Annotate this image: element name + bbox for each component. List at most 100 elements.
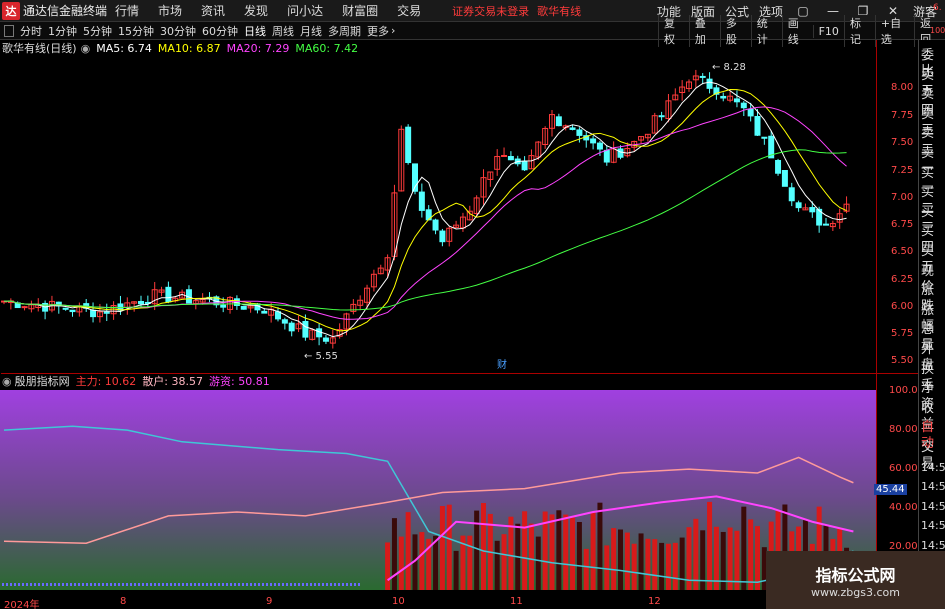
menu-item-0[interactable]: 行情 [115, 2, 139, 19]
base-dot [34, 583, 36, 586]
price-tick: 7.25 [891, 165, 914, 176]
price-tick: 6.00 [891, 301, 914, 312]
base-dot [198, 583, 200, 586]
quote-label: 14:56 [921, 499, 945, 513]
periods-more-chevron-icon[interactable]: › [391, 24, 395, 37]
candlestick-chart[interactable]: ← 8.28 ← 5.55 财 [0, 56, 876, 373]
menu-item-4[interactable]: 问小达 [287, 2, 323, 19]
main-force-bar [576, 521, 582, 590]
base-dot [190, 583, 192, 586]
ma-legend: MA5: 6.74 MA10: 6.87 MA20: 7.29 MA60: 7.42 [90, 42, 358, 55]
main-force-bar [597, 502, 603, 590]
settings-circle-icon[interactable]: ◉ [81, 42, 91, 55]
period-tab-0[interactable]: 分时 [20, 23, 42, 39]
tool-button-5[interactable]: F10 [812, 24, 844, 38]
main-force-bar [645, 538, 651, 590]
base-dot [254, 583, 256, 586]
main-force-bar [405, 512, 411, 590]
candle-body [576, 129, 583, 136]
base-dot [142, 583, 144, 586]
current-stock-name: 歌华有线 [537, 4, 582, 18]
base-dot [346, 583, 348, 586]
base-dot [358, 583, 360, 586]
candle-body [220, 304, 227, 308]
menu-item-6[interactable]: 交易 [397, 2, 421, 19]
base-dot [286, 583, 288, 586]
main-force-bar [494, 540, 500, 590]
candle-body [439, 230, 446, 243]
base-dot [230, 583, 232, 586]
indicator-tick: 80.00 [889, 424, 918, 435]
base-dot [102, 583, 104, 586]
watermark-url: www.zbgs3.com [811, 585, 900, 599]
period-tab-4[interactable]: 30分钟 [160, 23, 196, 39]
base-dot [146, 583, 148, 586]
base-dot [94, 583, 96, 586]
menu-item-2[interactable]: 资讯 [201, 2, 225, 19]
tool-button-1[interactable]: 叠加 [688, 15, 720, 47]
base-dot [314, 583, 316, 586]
minimize-icon[interactable]: — [823, 4, 843, 18]
tool-button-6[interactable]: 标记 [843, 15, 875, 47]
base-dot [210, 583, 212, 586]
settings-circle-icon[interactable]: ◉ [2, 375, 12, 388]
period-tab-3[interactable]: 15分钟 [118, 23, 154, 39]
base-dot [150, 583, 152, 586]
main-force-bar [508, 516, 514, 590]
base-dot [66, 583, 68, 586]
period-tab-10[interactable]: 更多 [367, 23, 389, 39]
main-force-bar [611, 528, 617, 590]
main-force-bar [665, 543, 671, 590]
base-dot [278, 583, 280, 586]
main-force-bar [652, 539, 658, 590]
tool-button-3[interactable]: 统计 [750, 15, 782, 47]
candle-body [165, 286, 172, 303]
tool-button-4[interactable]: 画线 [781, 15, 813, 47]
base-dot [30, 583, 32, 586]
base-dot [126, 583, 128, 586]
candle-body [90, 309, 97, 318]
base-dot [302, 583, 304, 586]
app-title: 通达信金融终端 [23, 4, 108, 18]
period-tab-8[interactable]: 月线 [300, 23, 322, 39]
base-dot [342, 583, 344, 586]
main-force-bar [439, 506, 445, 590]
tool-button-2[interactable]: 多股 [719, 15, 751, 47]
base-dot [46, 583, 48, 586]
menu-item-1[interactable]: 市场 [158, 2, 182, 19]
base-dot [174, 583, 176, 586]
main-force-bar [398, 536, 404, 590]
base-dot [186, 583, 188, 586]
finance-marker[interactable]: 财 [497, 358, 507, 371]
base-dot [218, 583, 220, 586]
base-dot [78, 583, 80, 586]
period-tab-1[interactable]: 1分钟 [48, 23, 77, 39]
panel-toggle-icon[interactable] [4, 24, 14, 37]
candle-body [288, 322, 295, 332]
candle-body [521, 160, 528, 171]
main-force-bar [672, 542, 678, 590]
corner-volume: 1000 [930, 26, 945, 35]
low-price-label: ← 5.55 [304, 351, 338, 362]
indicator-chart[interactable] [0, 390, 876, 595]
menu-item-5[interactable]: 财富圈 [342, 2, 378, 19]
tool-button-0[interactable]: 复权 [658, 15, 689, 47]
period-tab-2[interactable]: 5分钟 [83, 23, 112, 39]
menu-item-3[interactable]: 发现 [244, 2, 268, 19]
period-tab-5[interactable]: 60分钟 [202, 23, 238, 39]
date-label: 10 [392, 596, 405, 607]
candle-body [569, 127, 576, 130]
price-tick: 7.50 [891, 137, 914, 148]
period-tab-9[interactable]: 多周期 [328, 23, 361, 39]
panel-divider [1, 373, 919, 374]
base-dot [330, 583, 332, 586]
period-tab-7[interactable]: 周线 [272, 23, 294, 39]
period-tab-6[interactable]: 日线 [244, 23, 266, 39]
main-force-bar [590, 512, 596, 590]
price-tick: 6.25 [891, 274, 914, 285]
candle-body [69, 309, 76, 313]
login-status[interactable]: 证券交易未登录 [452, 3, 529, 19]
chart-tools: 复权叠加多股统计画线F10标记+自选返回 [658, 15, 945, 47]
base-dot [214, 583, 216, 586]
main-force-bar [707, 501, 713, 590]
